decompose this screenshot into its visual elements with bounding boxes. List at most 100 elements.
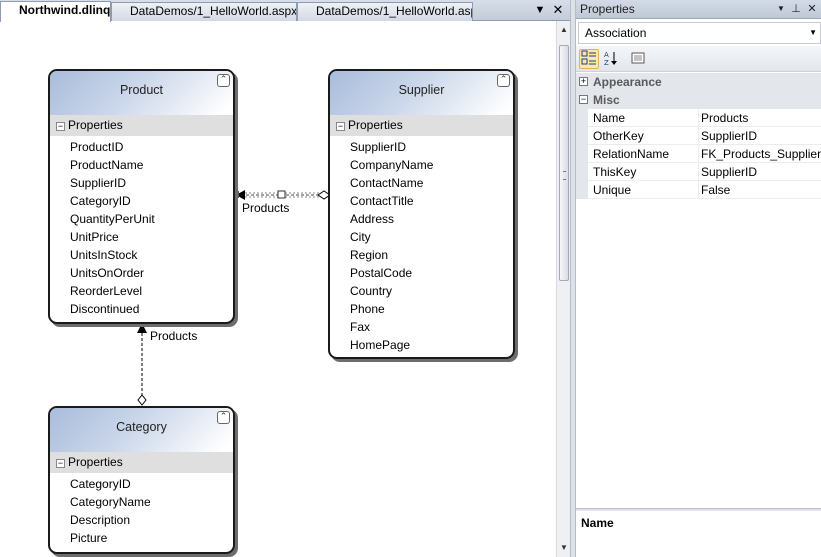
group-label: Properties (68, 455, 123, 469)
group-label: Properties (348, 118, 403, 132)
categorized-icon[interactable] (579, 49, 599, 69)
minus-icon[interactable]: − (56, 459, 65, 468)
collapse-chevron-icon[interactable]: ⌃ (497, 74, 510, 87)
entity-property[interactable]: HomePage (330, 336, 513, 354)
entity-property[interactable]: ContactTitle (330, 192, 513, 210)
entity-property[interactable]: CategoryID (50, 192, 233, 210)
properties-group[interactable]: − Properties (50, 452, 233, 473)
tab-helloworld-aspx[interactable]: DataDemos/1_HelloWorld.aspx (297, 2, 473, 21)
entity-property[interactable]: UnitsInStock (50, 246, 233, 264)
entity-supplier[interactable]: Supplier ⌃ − Properties SupplierID Compan… (328, 69, 515, 359)
association-supplier-products[interactable] (232, 190, 331, 200)
entity-property[interactable]: CategoryName (50, 493, 233, 511)
group-label: Properties (68, 118, 123, 132)
collapse-chevron-icon[interactable]: ⌃ (217, 74, 230, 87)
entity-product[interactable]: Product ⌃ − Properties ProductID ProductN… (48, 69, 235, 324)
pin-icon[interactable]: ⊥ (789, 2, 803, 16)
entity-property[interactable]: Country (330, 282, 513, 300)
object-selector[interactable]: Association ▼ (578, 22, 821, 44)
entity-category[interactable]: Category ⌃ − Properties CategoryID Catego… (48, 406, 235, 554)
category-appearance[interactable]: + Appearance (576, 73, 821, 91)
close-icon[interactable]: ✕ (551, 3, 565, 17)
panel-title: Properties (580, 2, 635, 16)
scroll-up-arrow-icon[interactable]: ▲ (559, 25, 569, 35)
row-gutter (576, 127, 588, 145)
property-list: CategoryID CategoryName Description Pict… (50, 473, 233, 547)
association-label[interactable]: Products (242, 201, 289, 215)
property-name: RelationName (593, 147, 670, 161)
property-row[interactable]: OtherKey SupplierID (576, 127, 821, 145)
entity-property[interactable]: Description (50, 511, 233, 529)
collapse-chevron-icon[interactable]: ⌃ (217, 411, 230, 424)
dropdown-arrow-icon[interactable]: ▼ (533, 3, 547, 17)
close-icon[interactable]: ✕ (805, 2, 819, 16)
tab-northwind-dlinq[interactable]: Northwind.dlinq (0, 1, 111, 22)
entity-property[interactable]: CompanyName (330, 156, 513, 174)
dropdown-arrow-icon[interactable]: ▼ (774, 2, 788, 16)
dlinq-designer-surface[interactable]: Products Products Product ⌃ − Properties … (0, 21, 556, 557)
entity-property[interactable]: Address (330, 210, 513, 228)
property-row[interactable]: Name Products (576, 109, 821, 127)
property-value[interactable]: SupplierID (698, 127, 821, 145)
entity-property[interactable]: SupplierID (50, 174, 233, 192)
tab-label: DataDemos/1_HelloWorld.aspx (316, 4, 473, 18)
tab-label: Northwind.dlinq (19, 3, 111, 17)
entity-property[interactable]: UnitPrice (50, 228, 233, 246)
property-value[interactable]: Products (698, 109, 821, 127)
entity-property[interactable]: UnitsOnOrder (50, 264, 233, 282)
row-gutter (576, 109, 588, 127)
minus-icon[interactable]: − (579, 95, 588, 104)
entity-property[interactable]: SupplierID (330, 138, 513, 156)
tab-helloworld-aspx-cs[interactable]: DataDemos/1_HelloWorld.aspx.cs (111, 2, 297, 21)
designer-vertical-scrollbar[interactable]: ▲ ▼ (556, 21, 570, 557)
entity-property[interactable]: QuantityPerUnit (50, 210, 233, 228)
association-category-products[interactable] (137, 323, 147, 406)
entity-property[interactable]: ReorderLevel (50, 282, 233, 300)
entity-property[interactable]: ProductName (50, 156, 233, 174)
entity-title: Category (116, 420, 167, 434)
entity-property[interactable]: PostalCode (330, 264, 513, 282)
property-row[interactable]: ThisKey SupplierID (576, 163, 821, 181)
scrollbar-thumb[interactable] (559, 45, 569, 281)
property-name: Name (593, 111, 626, 125)
property-name: Unique (593, 183, 632, 197)
property-pages-icon[interactable] (628, 49, 648, 69)
property-value[interactable]: SupplierID (698, 163, 821, 181)
row-gutter (576, 181, 588, 199)
chevron-down-icon[interactable]: ▼ (809, 23, 817, 43)
properties-group[interactable]: − Properties (330, 115, 513, 136)
property-value[interactable]: False (698, 181, 821, 199)
entity-property[interactable]: Region (330, 246, 513, 264)
entity-title: Product (119, 83, 164, 97)
alphabetical-icon[interactable]: AZ (601, 49, 621, 69)
property-name: ThisKey (593, 165, 637, 179)
property-value[interactable]: FK_Products_Suppliers (698, 145, 821, 163)
entity-property[interactable]: ProductID (50, 138, 233, 156)
entity-title: Supplier (398, 83, 445, 97)
property-row[interactable]: RelationName FK_Products_Suppliers (576, 145, 821, 163)
entity-property[interactable]: CategoryID (50, 475, 233, 493)
entity-property[interactable]: Discontinued (50, 300, 233, 318)
minus-icon[interactable]: − (56, 122, 65, 131)
plus-icon[interactable]: + (579, 77, 588, 86)
properties-toolbar: AZ (576, 46, 821, 72)
category-label: Misc (593, 93, 620, 107)
visual-studio-window: Northwind.dlinq DataDemos/1_HelloWorld.a… (0, 0, 821, 557)
entity-property[interactable]: ContactName (330, 174, 513, 192)
properties-group[interactable]: − Properties (50, 115, 233, 136)
entity-property[interactable]: Picture (50, 529, 233, 547)
properties-panel: Properties ▼ ⊥ ✕ Association ▼ AZ + Appe… (576, 0, 821, 557)
category-label: Appearance (593, 75, 662, 89)
scroll-down-arrow-icon[interactable]: ▼ (559, 543, 569, 553)
category-misc[interactable]: − Misc (576, 91, 821, 109)
property-name: OtherKey (593, 129, 644, 143)
svg-text:A: A (604, 51, 609, 59)
entity-property[interactable]: City (330, 228, 513, 246)
entity-header: Category ⌃ (50, 408, 233, 452)
entity-property[interactable]: Fax (330, 318, 513, 336)
tab-label: DataDemos/1_HelloWorld.aspx.cs (130, 4, 297, 18)
property-row[interactable]: Unique False (576, 181, 821, 199)
entity-property[interactable]: Phone (330, 300, 513, 318)
association-label[interactable]: Products (150, 329, 197, 343)
minus-icon[interactable]: − (336, 122, 345, 131)
